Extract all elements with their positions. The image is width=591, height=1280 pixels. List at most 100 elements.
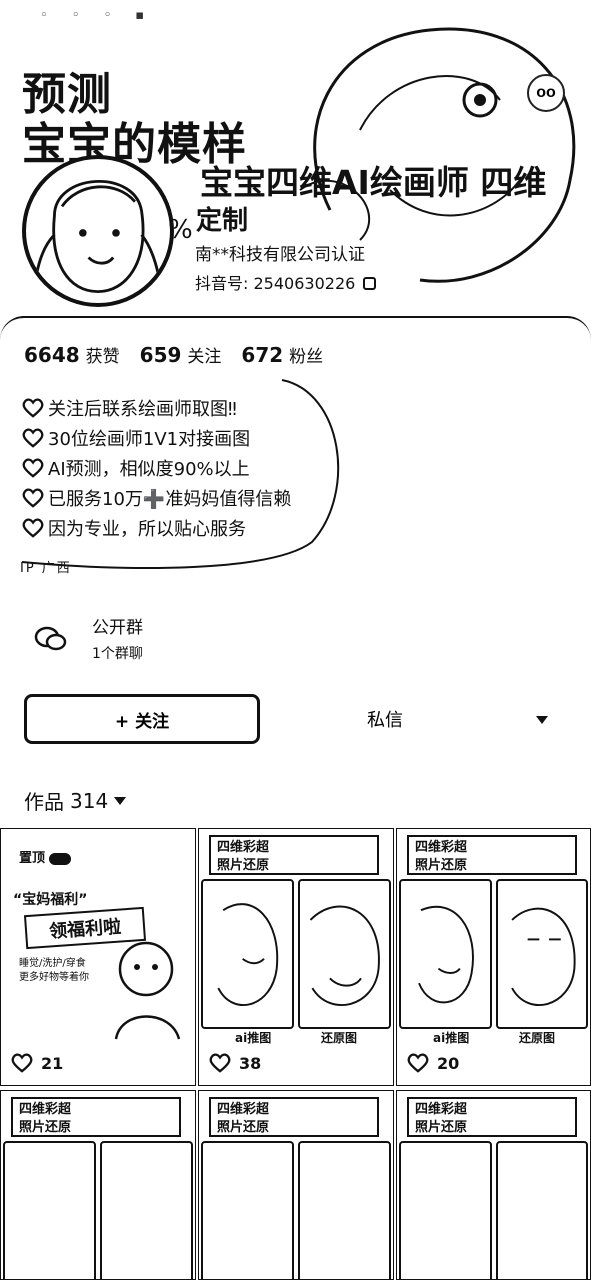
avatar-baby-illustration [32,179,164,302]
tile-header: 四维彩超 照片还原 [209,835,379,875]
tile-photos [397,1141,590,1279]
ai-image [399,879,492,1029]
company-verification: 南**科技有限公司认证 [195,245,365,265]
video-tile[interactable]: 置顶 “宝妈福利” 领福利啦 睡觉/洗护/穿食 更多好物等着你 21 [0,828,196,1086]
heart-icon [209,1053,231,1073]
message-button[interactable]: 私信 [270,694,500,744]
like-count-value: 20 [437,1053,460,1073]
banner-percent-fragment: % [168,215,193,245]
headline-line-1: 预测 [22,69,112,120]
works-grid: 置顶 “宝妈福利” 领福利啦 睡觉/洗护/穿食 更多好物等着你 21 四维彩超 … [0,828,591,1280]
promo-subtitle: 睡觉/洗护/穿食 更多好物等着你 [19,958,89,983]
ai-image [201,1141,294,1279]
tab-works[interactable]: 作品 314 [24,786,127,815]
restored-image [100,1141,193,1279]
ai-image [399,1141,492,1279]
tile-photos [397,879,590,1029]
tile-header: 四维彩超 照片还原 [407,835,577,875]
heart-icon [22,458,44,478]
status-bar: ◦ ◦ ◦ ▪ [40,8,155,23]
bio: 关注后联系绘画师取图‼ 30位绘画师1V1对接画图 AI预测，相似度90%以上 … [22,393,352,543]
tile-header: 四维彩超 照片还原 [209,1097,379,1137]
public-group[interactable]: 公开群 1个群聊 [24,610,584,668]
video-tile[interactable]: 四维彩超 照片还原 ai推图 还原图 38 [198,828,394,1086]
baby-face-illustration [510,907,575,1006]
video-tile[interactable]: 四维彩超 照片还原 [0,1090,196,1280]
chevron-down-icon [536,716,548,724]
baby-face-illustration [217,903,279,1006]
bio-line: 已服务10万➕准妈妈值得信赖 [22,483,352,513]
heart-icon [22,518,44,538]
like-count: 38 [209,1053,261,1073]
stat-value: 6648 [24,343,80,367]
bio-line: 因为专业，所以贴心服务 [22,513,352,543]
video-tile[interactable]: 四维彩超 照片还原 ai推图 还原图 20 [396,828,591,1086]
bio-text: 因为专业，所以贴心服务 [48,519,246,540]
video-tile[interactable]: 四维彩超 照片还原 [198,1090,394,1280]
heart-icon [22,488,44,508]
stat-followers[interactable]: 672 粉丝 [241,342,323,367]
like-count: 20 [407,1053,459,1073]
follow-button[interactable]: + 关注 [24,694,260,744]
douyin-id[interactable]: 抖音号: 2540630226 [195,270,377,294]
like-count-value: 38 [239,1053,262,1073]
restored-image [495,879,588,1029]
douyin-id-label: 抖音号: [195,274,249,293]
bio-text: 关注后联系绘画师取图‼ [48,399,237,420]
group-chat-icon [34,626,67,651]
stats-row: 6648 获赞 659 关注 672 粉丝 [24,342,323,367]
tile-photos [199,1141,393,1279]
stat-value: 659 [139,343,182,367]
heart-icon [22,428,44,448]
bio-text: AI预测，相似度90%以上 [48,459,250,480]
group-subtitle: 1个群聊 [92,646,143,662]
more-actions-button[interactable] [522,700,562,740]
like-count: 21 [11,1053,63,1073]
ai-image [3,1141,96,1279]
tile-header: 四维彩超 照片还原 [11,1097,181,1137]
stat-value: 672 [241,343,284,367]
banner-headline: 预测 宝宝的模样 [22,70,247,170]
tile-caption-left: ai推图 [235,1031,272,1045]
video-tile[interactable]: 四维彩超 照片还原 [396,1090,591,1280]
baby-illustration [114,941,181,1040]
douyin-id-value: 2540630226 [253,274,356,293]
bio-line: AI预测，相似度90%以上 [22,453,352,483]
restored-image [495,1141,588,1279]
bio-line: 30位绘画师1V1对接画图 [22,423,352,453]
bio-line: 关注后联系绘画师取图‼ [22,393,352,423]
promo-title: “宝妈福利” [13,892,88,908]
tile-header: 四维彩超 照片还原 [407,1097,577,1137]
restored-image [298,879,391,1029]
stat-label: 关注 [187,347,222,367]
profile-banner: ◦ ◦ ◦ ▪ oo 预测 宝宝的模样 % 宝宝四维AI绘画师 四维 定制 南*… [0,0,591,340]
baby-face-illustration [418,905,474,1004]
stat-likes[interactable]: 6648 获赞 [24,342,120,367]
chevron-down-icon [114,796,127,805]
heart-icon [407,1053,429,1073]
ip-location: IP 广西 [20,561,72,576]
tile-photos [1,1141,195,1279]
profile-name: 宝宝四维AI绘画师 四维 [200,163,547,202]
group-title: 公开群 [92,618,143,638]
stat-label: 粉丝 [289,347,324,367]
heart-icon [22,398,44,418]
avatar[interactable] [22,155,174,307]
tile-caption-left: ai推图 [433,1031,470,1045]
profile-name-line-2: 定制 [196,206,249,236]
stat-following[interactable]: 659 关注 [140,342,222,367]
restored-image [298,1141,391,1279]
tile-photos [199,879,393,1029]
baby-face-illustration [309,905,380,1006]
works-label: 作品 [24,790,64,814]
bio-text: 30位绘画师1V1对接画图 [48,429,251,450]
copy-icon[interactable] [363,277,377,290]
ai-image [201,879,294,1029]
more-options-icon[interactable]: oo [527,74,565,112]
pinned-badge: 置顶 [19,847,72,866]
tile-caption-right: 还原图 [321,1031,358,1045]
stat-label: 获赞 [85,347,120,367]
heart-icon [11,1053,33,1073]
like-count-value: 21 [41,1053,64,1073]
tile-caption-right: 还原图 [519,1031,556,1045]
